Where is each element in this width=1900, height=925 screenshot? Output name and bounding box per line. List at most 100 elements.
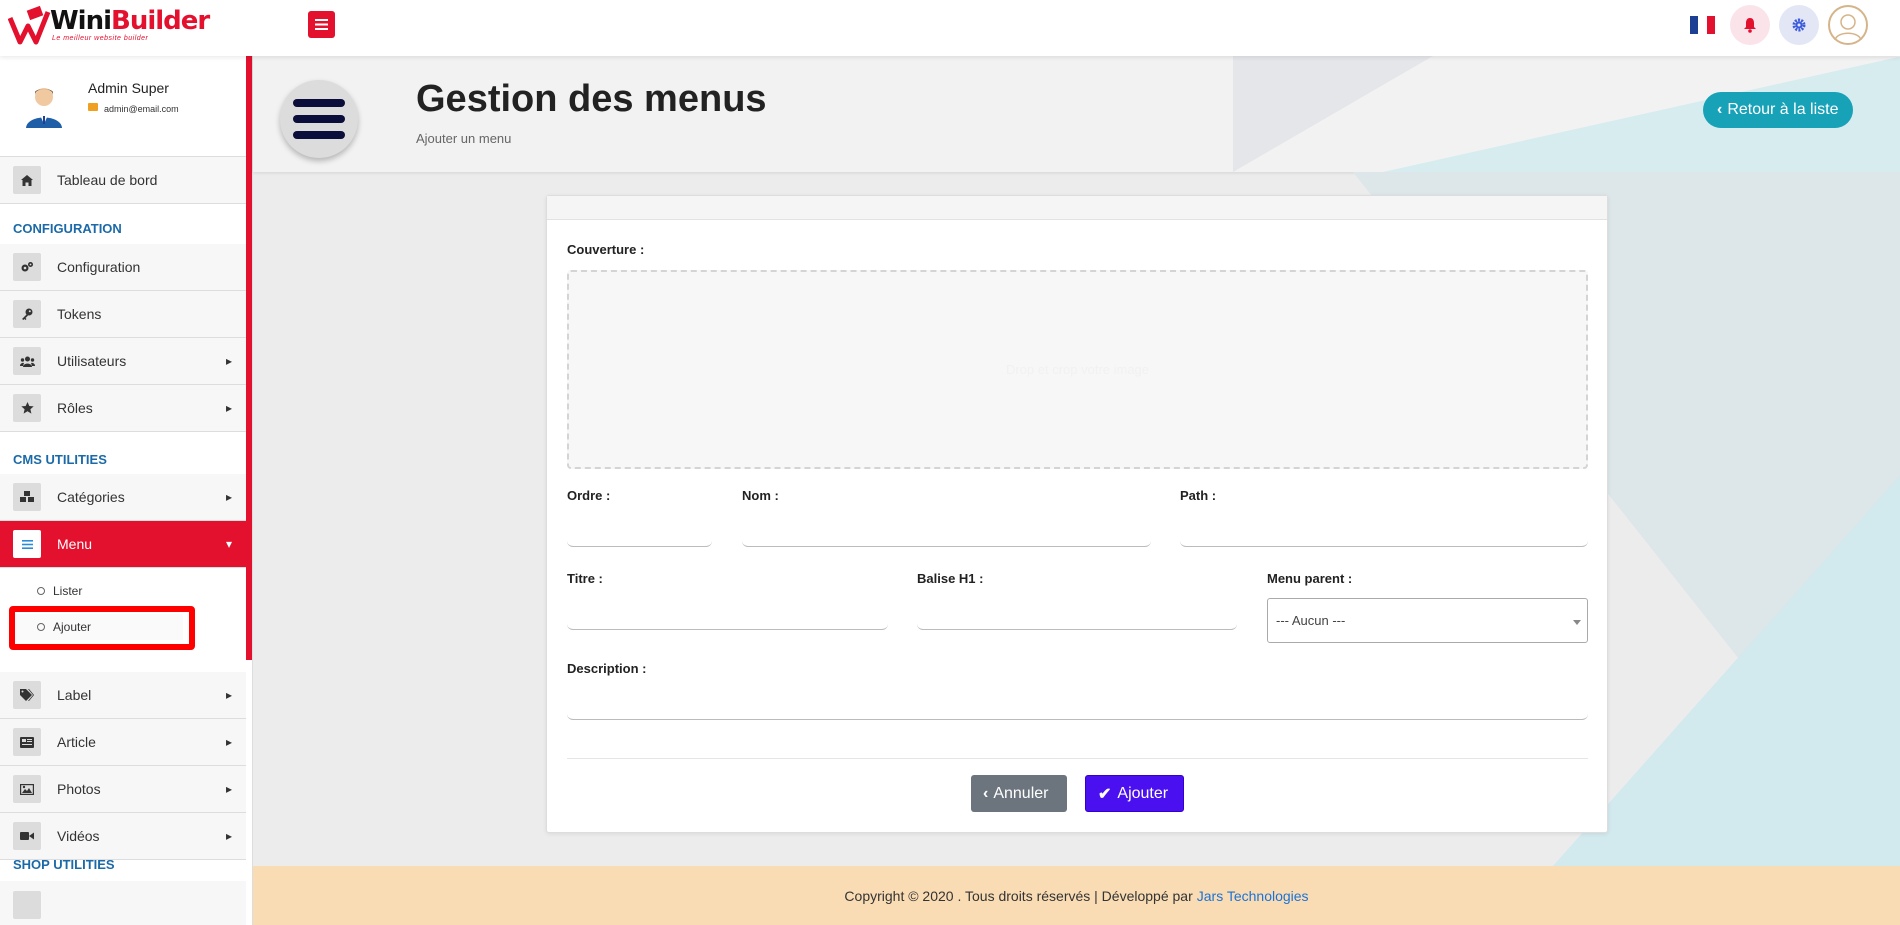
- h1-label: Balise H1 :: [917, 571, 984, 586]
- order-input[interactable]: [567, 523, 712, 547]
- star-icon: [13, 394, 41, 422]
- bell-icon: [1744, 18, 1756, 33]
- profile-email: admin@email.com: [104, 104, 179, 114]
- generic-icon: [13, 890, 41, 919]
- video-icon: [13, 822, 41, 850]
- description-label: Description :: [567, 661, 647, 676]
- footer-developer-link[interactable]: Jars Technologies: [1197, 888, 1309, 904]
- chevron-right-icon: ▸: [225, 490, 232, 504]
- footer-copyright: Copyright © 2020 . Tous droits réservés …: [844, 887, 1193, 904]
- cogs-icon: [13, 253, 41, 281]
- section-title-shop: SHOP UTILITIES: [13, 857, 115, 872]
- app-logo[interactable]: WiniBuilder Le meilleur website builder: [8, 4, 210, 48]
- section-title-cms: CMS UTILITIES: [13, 452, 107, 467]
- form-divider: [567, 758, 1588, 759]
- top-bar: WiniBuilder Le meilleur website builder: [0, 0, 1900, 56]
- sidebar-item-partial[interactable]: [0, 881, 246, 925]
- user-profile: Admin Super admin@email.com: [0, 56, 246, 157]
- sidebar-item-label: Label: [57, 687, 92, 703]
- cubes-icon: [13, 483, 41, 511]
- mail-icon: [88, 103, 98, 111]
- sidebar-item-label: Catégories: [57, 489, 125, 505]
- path-input[interactable]: [1180, 523, 1588, 547]
- sidebar-item-categories[interactable]: Catégories ▸: [0, 474, 246, 521]
- profile-name: Admin Super: [88, 80, 169, 96]
- sidebar-item-label: Configuration: [57, 259, 141, 275]
- settings-button[interactable]: [1779, 5, 1819, 45]
- name-label: Nom :: [742, 488, 779, 503]
- back-to-list-button[interactable]: ‹ Retour à la liste: [1703, 92, 1853, 128]
- home-icon: [13, 166, 41, 194]
- sidebar: Admin Super admin@email.com Tableau de b…: [0, 56, 253, 925]
- parent-menu-label: Menu parent :: [1267, 571, 1353, 586]
- chevron-down-icon: ▾: [225, 537, 232, 551]
- chevron-right-icon: ▸: [225, 829, 232, 843]
- section-title-configuration: CONFIGURATION: [13, 221, 122, 236]
- sidebar-toggle-button[interactable]: [308, 11, 335, 38]
- avatar: [26, 88, 62, 128]
- highlight-annotation: [9, 606, 195, 650]
- sidebar-item-menu[interactable]: Menu ▾: [0, 521, 246, 568]
- back-to-list-label: Retour à la liste: [1727, 101, 1839, 118]
- order-label: Ordre :: [567, 488, 611, 503]
- chevron-left-icon: ‹: [983, 784, 989, 802]
- chevron-left-icon: ‹: [1717, 101, 1723, 118]
- sidebar-item-photos[interactable]: Photos ▸: [0, 766, 246, 813]
- footer: Copyright © 2020 . Tous droits réservés …: [253, 866, 1900, 925]
- sidebar-item-label-menu[interactable]: Label ▸: [0, 672, 246, 719]
- bars-icon: [13, 530, 41, 558]
- cover-label: Couverture :: [567, 242, 645, 257]
- sidebar-item-videos[interactable]: Vidéos ▸: [0, 813, 246, 860]
- language-flag-icon[interactable]: [1690, 16, 1715, 34]
- path-label: Path :: [1180, 488, 1217, 503]
- name-input[interactable]: [742, 523, 1151, 547]
- sidebar-item-configuration[interactable]: Configuration: [0, 244, 246, 291]
- key-icon: [13, 300, 41, 328]
- sidebar-item-tokens[interactable]: Tokens: [0, 291, 246, 338]
- sidebar-subitem-list[interactable]: Lister: [13, 578, 183, 604]
- sidebar-item-roles[interactable]: Rôles ▸: [0, 385, 246, 432]
- dropzone-text: Drop et crop votre image: [1005, 362, 1150, 377]
- check-icon: ✔: [1098, 785, 1112, 803]
- description-input[interactable]: [567, 696, 1588, 720]
- parent-menu-value: --- Aucun ---: [1276, 613, 1346, 628]
- chevron-right-icon: ▸: [225, 688, 232, 702]
- chevron-right-icon: ▸: [225, 401, 232, 415]
- tags-icon: [13, 681, 41, 709]
- sidebar-item-label: Utilisateurs: [57, 353, 127, 369]
- add-button[interactable]: ✔ Ajouter: [1085, 775, 1184, 812]
- notifications-button[interactable]: [1730, 5, 1770, 45]
- logo-text: WiniBuilder: [50, 6, 210, 36]
- page-header: Gestion des menus Ajouter un menu ‹ Reto…: [253, 56, 1900, 172]
- sidebar-item-article[interactable]: Article ▸: [0, 719, 246, 766]
- title-input[interactable]: [567, 606, 888, 630]
- page-subtitle: Ajouter un menu: [416, 131, 512, 146]
- h1-input[interactable]: [917, 606, 1237, 630]
- logo-tagline: Le meilleur website builder: [52, 35, 149, 42]
- cancel-button[interactable]: ‹ Annuler: [971, 775, 1067, 812]
- parent-menu-select[interactable]: --- Aucun ---: [1267, 598, 1588, 643]
- page-menu-icon: [280, 80, 358, 158]
- user-icon: [1834, 14, 1862, 41]
- menu-form-card: Couverture : Drop et crop votre image Or…: [546, 195, 1608, 833]
- sidebar-item-label: Tableau de bord: [57, 172, 158, 188]
- sidebar-item-label: Article: [57, 734, 96, 750]
- logo-mark-icon: [8, 5, 51, 45]
- users-icon: [13, 347, 41, 375]
- caret-down-icon: [1573, 620, 1581, 625]
- title-label: Titre :: [567, 571, 603, 586]
- user-menu-button[interactable]: [1828, 5, 1868, 45]
- menu-icon: [315, 19, 328, 30]
- sidebar-item-label: Rôles: [57, 400, 93, 416]
- cancel-label: Annuler: [993, 784, 1049, 802]
- gear-icon: [1792, 18, 1806, 32]
- sidebar-item-dashboard[interactable]: Tableau de bord: [0, 157, 246, 204]
- sidebar-item-label: Photos: [57, 781, 101, 797]
- page-title: Gestion des menus: [416, 78, 767, 120]
- sidebar-item-label: Menu: [57, 536, 93, 552]
- cover-dropzone[interactable]: Drop et crop votre image: [567, 270, 1588, 469]
- sidebar-item-label: Tokens: [57, 306, 102, 322]
- chevron-right-icon: ▸: [225, 354, 232, 368]
- sidebar-subitem-label: Lister: [53, 584, 83, 598]
- sidebar-item-users[interactable]: Utilisateurs ▸: [0, 338, 246, 385]
